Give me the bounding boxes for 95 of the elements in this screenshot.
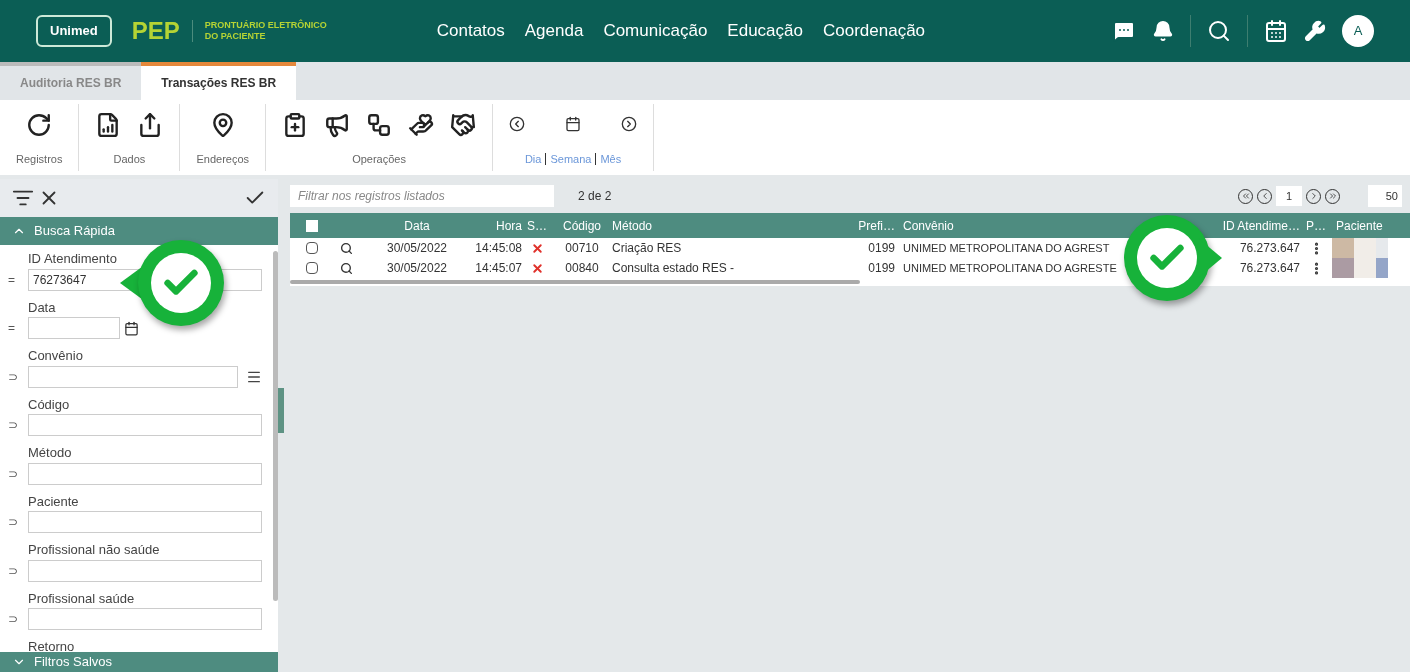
period-link[interactable]: Dia: [524, 150, 542, 167]
search-icon[interactable]: [340, 261, 353, 275]
date-field[interactable]: [28, 317, 120, 339]
table-cell-text: UNIMED METROPOLITANA DO AGREST: [902, 240, 1111, 256]
column-header[interactable]: Paciente: [1332, 216, 1402, 235]
input-field[interactable]: [28, 414, 262, 436]
page-size-field[interactable]: 50: [1368, 185, 1402, 207]
table-cell-text: 00710: [564, 240, 600, 257]
operator-label: ⊃: [8, 611, 19, 628]
table-cell-text: 0199: [867, 260, 895, 277]
field-label: Código: [28, 395, 71, 414]
calendar-icon[interactable]: [565, 116, 582, 132]
column-header[interactable]: P…: [1300, 216, 1332, 235]
table-cell-text: 14:45:07: [474, 260, 522, 277]
input-field[interactable]: [28, 608, 262, 630]
refresh-icon[interactable]: [26, 112, 53, 138]
field-label: Paciente: [28, 492, 80, 511]
table-cell-text: 00840: [564, 260, 600, 277]
user-avatar[interactable]: A: [1342, 15, 1374, 47]
field-label: Método: [28, 444, 73, 462]
column-header[interactable]: S…: [522, 216, 552, 235]
search-icon[interactable]: [1207, 19, 1231, 43]
input-field[interactable]: [28, 462, 262, 485]
next-icon[interactable]: [621, 116, 638, 132]
field-label: Data: [28, 298, 57, 317]
handshake-icon[interactable]: [450, 112, 477, 138]
column-header[interactable]: Método: [612, 216, 855, 235]
megaphone-icon[interactable]: [324, 112, 351, 138]
table-cell-text: 0199: [867, 240, 895, 257]
section-header[interactable]: Busca Rápida: [0, 217, 278, 245]
filter-field[interactable]: Filtrar nos registros listados: [290, 185, 554, 207]
nav-link[interactable]: Contatos: [436, 18, 505, 44]
table-cell-text: Consulta estado RES -: [612, 260, 736, 277]
notification-icon[interactable]: [1152, 20, 1174, 42]
operator-label: ⊃: [8, 465, 19, 483]
input-field[interactable]: [28, 365, 238, 388]
group-label: Registros: [16, 151, 63, 167]
column-header[interactable]: Data: [382, 216, 452, 235]
tab[interactable]: Transações RES BR: [141, 62, 297, 100]
operator-label: =: [8, 320, 16, 337]
field-label: Retorno: [28, 638, 76, 652]
field-label: Profissional não saúde: [28, 541, 161, 559]
app-subtitle: DO PACIENTE: [204, 31, 267, 42]
input-field[interactable]: [28, 559, 262, 582]
operator-label: ⊃: [8, 417, 19, 434]
previous-icon[interactable]: [509, 116, 526, 132]
field-label: ID Atendimento: [28, 250, 118, 268]
table-cell-text: 30/05/2022: [385, 240, 449, 257]
field-label: Convênio: [28, 347, 84, 365]
column-header[interactable]: Prefi…: [855, 216, 895, 235]
period-link[interactable]: Semana: [550, 150, 592, 167]
workflow-icon[interactable]: [366, 112, 393, 138]
input-field[interactable]: [28, 511, 262, 533]
horizontal-scrollbar[interactable]: [290, 280, 860, 284]
operator-label: ⊃: [8, 368, 19, 386]
record-count: 2 de 2: [578, 188, 612, 205]
calendar-icon[interactable]: [1264, 19, 1288, 43]
search-icon[interactable]: [340, 241, 353, 255]
group-label: Endereços: [196, 151, 250, 167]
hands-icon[interactable]: [408, 112, 435, 138]
app-logo: PEP: [131, 16, 180, 46]
table-cell-text: 30/05/2022: [385, 260, 449, 277]
group-label: Dados: [113, 151, 146, 167]
operator-label: ⊃: [8, 562, 19, 580]
operator-label: =: [8, 271, 16, 289]
table-cell-text: 14:45:08: [474, 240, 522, 257]
calendar-icon[interactable]: [124, 320, 139, 336]
splitter-handle[interactable]: [278, 388, 284, 433]
row-checkbox[interactable]: [306, 262, 318, 274]
wrench-icon[interactable]: [1304, 20, 1326, 42]
scrollbar[interactable]: [273, 251, 278, 601]
operator-label: ⊃: [8, 514, 19, 531]
column-header[interactable]: Convênio: [895, 216, 1210, 235]
field-label: Profissional saúde: [28, 589, 136, 608]
column-header[interactable]: ID Atendime…: [1210, 216, 1300, 235]
row-checkbox[interactable]: [306, 242, 318, 254]
section-header[interactable]: Filtros Salvos: [0, 652, 278, 672]
column-header[interactable]: Código: [552, 216, 612, 235]
app-subtitle: PRONTUÁRIO ELETRÔNICO: [204, 20, 327, 31]
table-cell-text: 76.273.647: [1238, 240, 1300, 257]
nav-link[interactable]: Coordenação: [822, 18, 926, 44]
table-cell-text: UNIMED METROPOLITANA DO AGRESTE: [902, 260, 1118, 276]
redacted-block: [1332, 238, 1388, 258]
group-label: Operações: [352, 151, 406, 167]
nav-link[interactable]: Agenda: [524, 18, 584, 44]
table-cell-text: 76.273.647: [1238, 260, 1300, 277]
nav-link[interactable]: Educação: [727, 18, 803, 44]
page-field[interactable]: 1: [1276, 186, 1302, 206]
period-link[interactable]: Mês: [600, 150, 622, 167]
unimed-logo[interactable]: Unimed: [36, 15, 112, 47]
column-header[interactable]: Hora: [452, 216, 522, 235]
select-all-checkbox[interactable]: [306, 219, 318, 232]
table-cell-text: Criação RES: [612, 240, 683, 257]
redacted-block: [1332, 258, 1388, 278]
nav-link[interactable]: Comunicação: [603, 18, 708, 44]
